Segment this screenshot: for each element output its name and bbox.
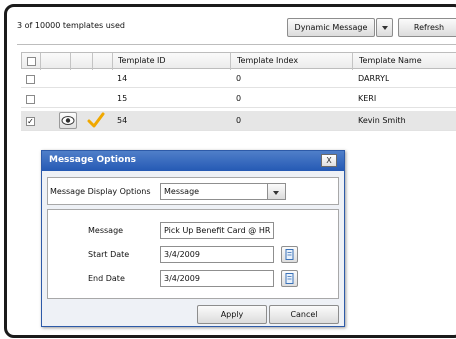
row-checkbox[interactable] (26, 75, 35, 84)
template-index-cell: 0 (236, 74, 242, 83)
cancel-label: Cancel (290, 310, 318, 319)
chevron-down-icon (273, 191, 279, 195)
template-index-cell: 0 (236, 116, 242, 125)
toolbar-divider (17, 44, 456, 45)
calendar-icon (285, 249, 294, 260)
display-options-label: Message Display Options (50, 187, 151, 196)
message-label: Message (88, 226, 124, 235)
column-separator (230, 53, 231, 70)
template-usage-text: 3 of 10000 templates used (17, 21, 125, 30)
template-name-cell: DARRYL (358, 74, 390, 83)
display-options-select[interactable]: Message (160, 183, 286, 200)
calendar-icon (285, 273, 294, 284)
apply-button[interactable]: Apply (197, 305, 267, 324)
column-separator (40, 53, 41, 70)
refresh-label: Refresh (413, 23, 445, 32)
start-date-input[interactable]: 3/4/2009 (160, 246, 274, 263)
close-button[interactable]: X (321, 154, 337, 167)
refresh-button[interactable]: Refresh (398, 18, 456, 37)
select-all-checkbox[interactable] (27, 57, 36, 66)
display-options-panel: Message Display Options Message (47, 177, 339, 205)
table-row[interactable]: 15 0 KERI (21, 91, 456, 108)
template-name-cell: KERI (358, 94, 377, 103)
apply-label: Apply (220, 310, 244, 319)
dynamic-message-button[interactable]: Dynamic Message (287, 18, 375, 37)
dialog-footer: Apply Cancel (47, 303, 339, 324)
row-checkbox[interactable] (26, 95, 35, 104)
end-date-calendar-button[interactable] (281, 270, 298, 287)
activate-template-button[interactable] (87, 112, 105, 129)
template-id-cell: 15 (117, 94, 128, 103)
dropdown-arrow[interactable] (267, 184, 285, 199)
start-date-label: Start Date (88, 250, 130, 259)
column-header-template-name[interactable]: Template Name (359, 53, 422, 68)
view-template-button[interactable] (59, 112, 77, 129)
column-header-template-id[interactable]: Template ID (118, 53, 166, 68)
dynamic-message-dropdown-arrow[interactable] (376, 18, 393, 37)
column-separator (92, 53, 93, 70)
grid-header-row: Template ID Template Index Template Name (21, 52, 456, 70)
message-fields-panel: Message Pick Up Benefit Card @ HR Start … (47, 209, 339, 299)
end-date-input[interactable]: 3/4/2009 (160, 270, 274, 287)
template-id-cell: 14 (117, 74, 128, 83)
message-options-dialog: Message Options X Message Display Option… (41, 150, 345, 327)
table-row[interactable]: ✓ 54 0 Kevin Smith (21, 111, 456, 131)
row-checkbox-checked[interactable]: ✓ (26, 117, 35, 126)
dialog-titlebar[interactable]: Message Options X (42, 151, 344, 171)
template-name-cell: Kevin Smith (358, 116, 406, 125)
display-options-value: Message (164, 187, 200, 196)
eye-icon (61, 116, 75, 125)
end-date-label: End Date (88, 274, 125, 283)
template-id-cell: 54 (117, 116, 128, 125)
start-date-calendar-button[interactable] (281, 246, 298, 263)
chevron-down-icon (382, 26, 388, 30)
start-date-value: 3/4/2009 (164, 250, 200, 259)
column-header-template-index[interactable]: Template Index (237, 53, 298, 68)
table-row[interactable]: 14 0 DARRYL (21, 71, 456, 88)
message-input-value: Pick Up Benefit Card @ HR (164, 226, 271, 235)
dialog-title: Message Options (49, 155, 136, 165)
dynamic-message-label: Dynamic Message (294, 23, 368, 32)
cancel-button[interactable]: Cancel (269, 305, 339, 324)
column-separator (70, 53, 71, 70)
column-separator (352, 53, 353, 70)
app-window: 3 of 10000 templates used Dynamic Messag… (4, 4, 456, 338)
message-input[interactable]: Pick Up Benefit Card @ HR (160, 222, 274, 239)
column-separator (112, 53, 113, 70)
end-date-value: 3/4/2009 (164, 274, 200, 283)
checkmark-icon (87, 112, 105, 128)
template-index-cell: 0 (236, 94, 242, 103)
